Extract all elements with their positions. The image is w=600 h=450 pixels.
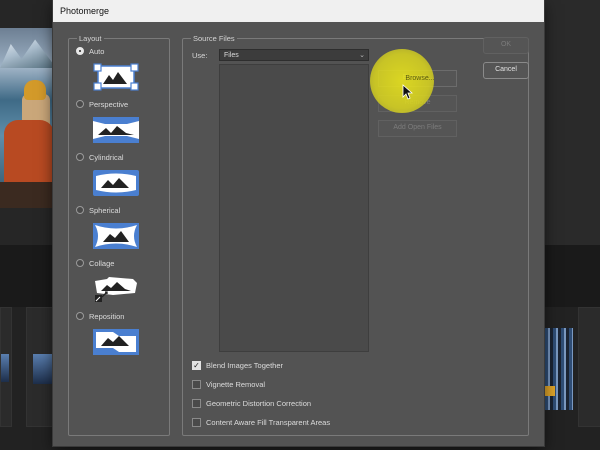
thumb-image [33,354,53,384]
checkbox[interactable] [192,379,201,389]
photomerge-dialog: Photomerge Layout Auto Perspective Cylin… [53,0,544,446]
checkbox[interactable] [192,417,201,427]
checkbox-label: Geometric Distortion Correction [206,398,312,408]
add-open-files-label: Add Open Files [393,124,442,131]
photo-boat [0,182,54,208]
geometric-distortion-option[interactable]: Geometric Distortion Correction [192,397,311,409]
radio-label: Perspective [89,99,129,109]
browse-label-dup: Browse... [405,75,435,82]
radio-label: Reposition [89,311,125,321]
ok-button[interactable]: OK [483,37,529,54]
radio-spherical[interactable]: Spherical [76,204,120,216]
radio-label: Auto [89,46,105,56]
vignette-removal-option[interactable]: Vignette Removal [192,378,265,390]
browse-label-over-highlight: Browse... [385,71,455,86]
radio-reposition[interactable]: Reposition [76,310,124,322]
radio-button[interactable] [76,206,84,214]
layout-legend: Layout [77,33,104,44]
photo-mountains [0,39,54,68]
checkbox[interactable] [192,398,201,408]
radio-cylindrical[interactable]: Cylindrical [76,151,124,163]
radio-button[interactable] [76,153,84,161]
checkbox-label: Content Aware Fill Transparent Areas [206,417,331,427]
use-label: Use: [192,51,208,60]
use-select-value: Files [224,52,239,59]
radio-label: Collage [89,258,115,268]
add-open-files-button[interactable]: Add Open Files [378,120,457,137]
use-select[interactable]: Files ⌄ [219,49,369,61]
radio-button[interactable] [76,312,84,320]
filmstrip-thumb[interactable] [578,307,600,427]
radio-auto[interactable]: Auto [76,45,104,57]
auto-layout-icon[interactable] [93,63,139,91]
mouse-cursor-icon [402,84,413,100]
filmstrip-thumb[interactable] [0,307,12,427]
dialog-titlebar[interactable]: Photomerge [53,0,544,22]
checkbox-label: Blend Images Together [206,360,283,370]
app-right-panel [543,0,600,245]
photo-hat [24,80,46,100]
thumb-image [1,354,9,382]
checkbox[interactable]: ✓ [192,360,201,370]
ok-label: OK [500,41,512,48]
radio-button[interactable] [76,100,84,108]
cancel-button[interactable]: Cancel [483,62,529,79]
perspective-layout-icon[interactable] [93,116,139,144]
chevron-down-icon: ⌄ [359,52,365,59]
source-files-legend: Source Files [191,33,237,44]
radio-perspective[interactable]: Perspective [76,98,128,110]
radio-label: Spherical [89,205,121,215]
filmstrip-thumb[interactable] [26,307,56,427]
source-file-list[interactable] [219,64,369,352]
radio-collage[interactable]: Collage [76,257,114,269]
cylindrical-layout-icon[interactable] [93,169,139,197]
photo-sweater [4,120,54,186]
collage-layout-icon[interactable] [93,275,139,303]
content-aware-fill-option[interactable]: Content Aware Fill Transparent Areas [192,416,330,428]
cancel-label: Cancel [495,66,517,73]
radio-button[interactable] [76,259,84,267]
dialog-title: Photomerge [60,6,110,16]
radio-button[interactable] [76,47,84,55]
blend-images-option[interactable]: ✓ Blend Images Together [192,359,283,371]
checkbox-label: Vignette Removal [206,379,266,389]
canvas-photo [0,28,54,208]
photo-detail [545,386,555,396]
radio-label: Cylindrical [89,152,124,162]
filmstrip-photo-right[interactable] [545,328,573,410]
spherical-layout-icon[interactable] [93,222,139,250]
reposition-layout-icon[interactable] [93,328,139,356]
